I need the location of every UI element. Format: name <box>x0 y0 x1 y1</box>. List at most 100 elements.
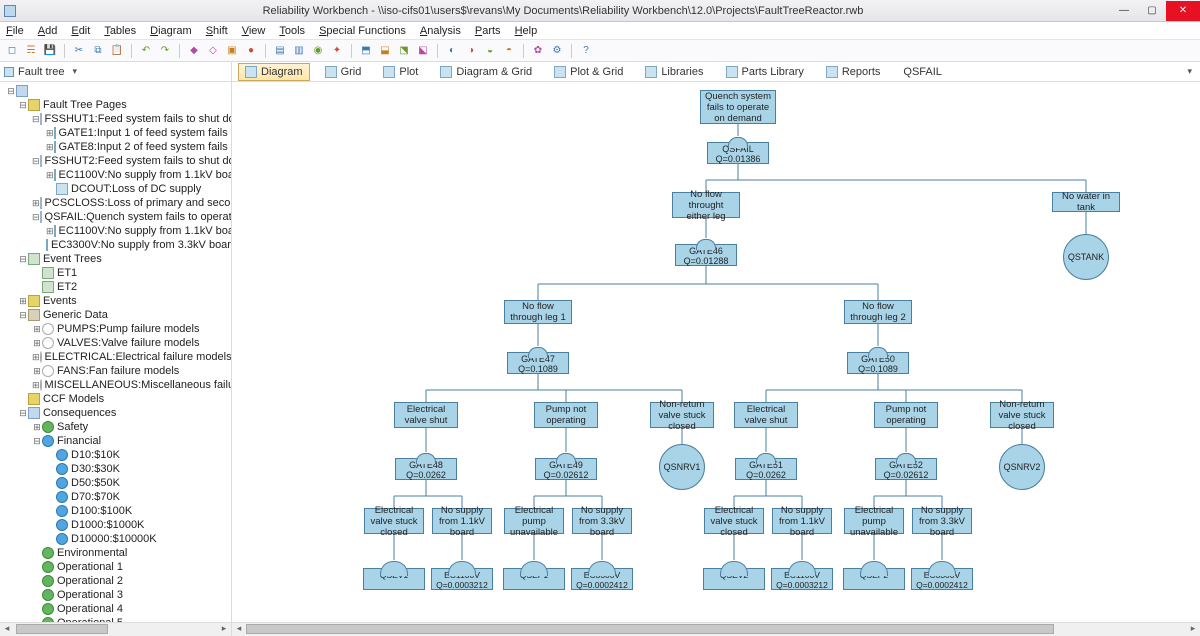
tree-node[interactable]: ⊞PUMPS:Pump failure models <box>4 322 231 336</box>
ft-rl2[interactable]: Electrical pump unavailable <box>844 508 904 534</box>
tool-icon-i[interactable]: ⬒ <box>358 43 374 59</box>
tool-icon-j[interactable]: ⬓ <box>377 43 393 59</box>
tree-node[interactable]: ⊟ <box>4 84 231 98</box>
expand-icon[interactable]: ⊞ <box>46 168 54 182</box>
tool-icon-c[interactable]: ▣ <box>224 43 240 59</box>
tool-icon-q[interactable]: ✿ <box>530 43 546 59</box>
tool-icon-a[interactable]: ◆ <box>186 43 202 59</box>
viewtab-reports[interactable]: Reports <box>819 63 888 81</box>
tool-icon-r[interactable]: ⚙ <box>549 43 565 59</box>
tree-node[interactable]: ⊞GATE8:Input 2 of feed system fails to s… <box>4 140 231 154</box>
ft-qstank[interactable]: QSTANK <box>1063 234 1109 280</box>
tool-icon-e[interactable]: ▤ <box>272 43 288 59</box>
scroll-left-icon[interactable]: ◂ <box>0 623 14 636</box>
canvas-scroll-left-icon[interactable]: ◂ <box>232 623 246 636</box>
expand-icon[interactable]: ⊟ <box>6 84 16 98</box>
breadcrumb-dropdown-icon[interactable]: ▾ <box>1187 66 1192 77</box>
ft-gate51[interactable]: GATE51Q=0.0262 <box>735 458 797 480</box>
menu-diagram[interactable]: Diagram <box>150 25 192 37</box>
ft-ev-r1[interactable]: EC1100VQ=0.0003212 <box>771 568 833 590</box>
ft-r1[interactable]: Pump not operating <box>874 402 938 428</box>
tree-node[interactable]: EC3300V:No supply from 3.3kV board <box>4 238 231 252</box>
tree-node[interactable]: D30:$30K <box>4 462 231 476</box>
tree-node[interactable]: ⊞FANS:Fan failure models <box>4 364 231 378</box>
viewtab-diagram[interactable]: Diagram <box>238 63 310 81</box>
expand-icon[interactable]: ⊟ <box>32 434 42 448</box>
ft-ev-l3[interactable]: EC3300VQ=0.0002412 <box>571 568 633 590</box>
expand-icon[interactable]: ⊞ <box>46 140 54 154</box>
expand-icon[interactable]: ⊞ <box>32 336 42 350</box>
menu-edit[interactable]: Edit <box>71 25 90 37</box>
sidebar-hscroll[interactable]: ◂ ▸ <box>0 622 231 636</box>
tool-open-icon[interactable]: ☴ <box>23 43 39 59</box>
tree-node[interactable]: Operational 2 <box>4 574 231 588</box>
tree-node[interactable]: ⊞MISCELLANEOUS:Miscellaneous failure mod… <box>4 378 231 392</box>
scroll-right-icon[interactable]: ▸ <box>217 623 231 636</box>
viewtab-diagram-grid[interactable]: Diagram & Grid <box>433 63 539 81</box>
expand-icon[interactable]: ⊞ <box>32 196 40 210</box>
ft-gate52[interactable]: GATE52Q=0.02612 <box>875 458 937 480</box>
ft-gate48[interactable]: GATE48Q=0.0262 <box>395 458 457 480</box>
tool-icon-p[interactable]: ◓ <box>501 43 517 59</box>
expand-icon[interactable]: ⊞ <box>18 294 28 308</box>
ft-top[interactable]: Quench system fails to operate on demand <box>700 90 776 124</box>
menu-help[interactable]: Help <box>515 25 538 37</box>
viewtab-plot-grid[interactable]: Plot & Grid <box>547 63 630 81</box>
tool-help-icon[interactable]: ? <box>578 43 594 59</box>
tool-icon-b[interactable]: ◇ <box>205 43 221 59</box>
menu-tools[interactable]: Tools <box>279 25 305 37</box>
expand-icon[interactable]: ⊞ <box>46 126 54 140</box>
tree-node[interactable]: CCF Models <box>4 392 231 406</box>
minimize-button[interactable]: — <box>1110 1 1138 21</box>
tree-node[interactable]: D1000:$1000K <box>4 518 231 532</box>
tree-node[interactable]: ⊞ELECTRICAL:Electrical failure models <box>4 350 231 364</box>
tool-icon-g[interactable]: ◉ <box>310 43 326 59</box>
ft-ev-l0[interactable]: QSEV1 <box>363 568 425 590</box>
tool-redo-icon[interactable]: ↷ <box>157 43 173 59</box>
viewtab-plot[interactable]: Plot <box>376 63 425 81</box>
tree-node[interactable]: ⊟Event Trees <box>4 252 231 266</box>
tool-icon-d[interactable]: ● <box>243 43 259 59</box>
expand-icon[interactable]: ⊞ <box>32 364 42 378</box>
tree-node[interactable]: ⊟QSFAIL:Quench system fails to operate o… <box>4 210 231 224</box>
expand-icon[interactable]: ⊞ <box>32 420 42 434</box>
tool-undo-icon[interactable]: ↶ <box>138 43 154 59</box>
tree-node[interactable]: D10000:$10000K <box>4 532 231 546</box>
tree-node[interactable]: ⊞Safety <box>4 420 231 434</box>
expand-icon[interactable]: ⊞ <box>46 224 54 238</box>
expand-icon[interactable]: ⊟ <box>18 98 28 112</box>
ft-ll1[interactable]: No supply from 1.1kV board <box>432 508 492 534</box>
expand-icon[interactable]: ⊟ <box>32 154 40 168</box>
tree-node[interactable]: D50:$50K <box>4 476 231 490</box>
ft-l0[interactable]: Electrical valve shut <box>394 402 458 428</box>
menu-add[interactable]: Add <box>38 25 58 37</box>
tree-node[interactable]: ⊟Consequences <box>4 406 231 420</box>
ft-ev-l2[interactable]: QSEP1 <box>503 568 565 590</box>
ft-leg1[interactable]: No flow through leg 1 <box>504 300 572 324</box>
ft-l2[interactable]: Non-return valve stuck closed <box>650 402 714 428</box>
menu-shift[interactable]: Shift <box>206 25 228 37</box>
ft-leg2[interactable]: No flow through leg 2 <box>844 300 912 324</box>
tree-node[interactable]: ⊟Fault Tree Pages <box>4 98 231 112</box>
tree-node[interactable]: D10:$10K <box>4 448 231 462</box>
expand-icon[interactable]: ⊟ <box>18 252 28 266</box>
tool-icon-l[interactable]: ⬕ <box>415 43 431 59</box>
ft-rl1[interactable]: No supply from 1.1kV board <box>772 508 832 534</box>
diagram-canvas[interactable]: ◂ ▸ Quench system fails to operate on de… <box>232 82 1200 636</box>
tree-node[interactable]: ET1 <box>4 266 231 280</box>
tree-node[interactable]: ⊟Financial <box>4 434 231 448</box>
tool-save-icon[interactable]: 💾 <box>42 43 58 59</box>
menu-parts[interactable]: Parts <box>475 25 501 37</box>
tool-icon-o[interactable]: ◒ <box>482 43 498 59</box>
canvas-scroll-right-icon[interactable]: ▸ <box>1186 623 1200 636</box>
tree-node[interactable]: ⊞GATE1:Input 1 of feed system fails to s… <box>4 126 231 140</box>
viewtab-libraries[interactable]: Libraries <box>638 63 710 81</box>
tree-node[interactable]: Operational 3 <box>4 588 231 602</box>
menu-view[interactable]: View <box>242 25 266 37</box>
menu-file[interactable]: File <box>6 25 24 37</box>
ft-ev-r0[interactable]: QSEV2 <box>703 568 765 590</box>
ft-gate50[interactable]: GATE50Q=0.1089 <box>847 352 909 374</box>
maximize-button[interactable]: ▢ <box>1138 1 1166 21</box>
tree-node[interactable]: Operational 4 <box>4 602 231 616</box>
tree-node[interactable]: ⊞EC1100V:No supply from 1.1kV board <box>4 224 231 238</box>
